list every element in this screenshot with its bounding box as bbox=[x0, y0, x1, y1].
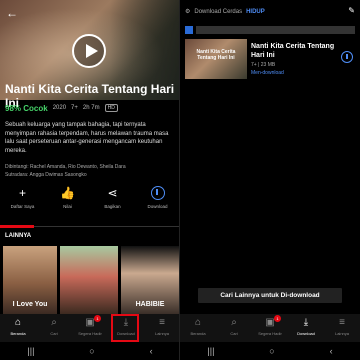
thumbnail-caption: Nanti Kita Cerita Tentang Hari Ini bbox=[196, 49, 236, 61]
age-rating: 7+ bbox=[71, 105, 78, 111]
back-arrow-icon[interactable]: ← bbox=[6, 6, 18, 20]
search-icon: ⌕ bbox=[231, 317, 237, 328]
bottom-nav: ⌂ Beranda ⌕ Cari ▣ 1 Segera Hadir ⤓ Down… bbox=[180, 314, 360, 342]
coming-soon-icon: ▣ bbox=[265, 317, 275, 328]
back-icon[interactable]: ‹ bbox=[150, 346, 153, 356]
action-row: + Daftar Saya 👍 Nilai ⋖ Bagikan Download bbox=[0, 185, 180, 215]
edit-icon[interactable]: ✎ bbox=[348, 6, 355, 15]
download-thumbnail: Nanti Kita Cerita Tentang Hari Ini bbox=[185, 39, 247, 79]
nav-coming-soon[interactable]: ▣ 1 Segera Hadir bbox=[72, 314, 108, 342]
share-icon: ⋖ bbox=[107, 186, 118, 200]
smart-download-toggle[interactable]: ⚙ Download Cerdas HIDUP bbox=[185, 8, 265, 16]
my-list-button[interactable]: + Daftar Saya bbox=[0, 185, 45, 215]
bottom-nav: ⌂ Beranda ⌕ Cari ▣ 1 Segera Hadir ⤓ Down… bbox=[0, 314, 180, 342]
nav-more[interactable]: ≡ Lainnya bbox=[144, 314, 180, 342]
nav-label: Lainnya bbox=[334, 331, 349, 336]
section-accent bbox=[0, 225, 34, 228]
download-icon bbox=[150, 186, 165, 200]
nav-label: Beranda bbox=[10, 331, 26, 336]
nav-more[interactable]: ≡ Lainnya bbox=[324, 314, 360, 342]
home-icon: ⌂ bbox=[14, 317, 22, 328]
download-button[interactable]: Download bbox=[135, 185, 180, 215]
nav-home[interactable]: ⌂ Beranda bbox=[180, 314, 216, 342]
nav-search[interactable]: ⌕ Cari bbox=[216, 314, 252, 342]
smart-download-state: HIDUP bbox=[246, 8, 265, 15]
nav-label: Cari bbox=[230, 331, 238, 336]
nav-home[interactable]: ⌂ Beranda bbox=[0, 314, 36, 342]
nav-coming-soon[interactable]: ▣ 1 Segera Hadir bbox=[252, 314, 288, 342]
storage-indicator bbox=[185, 26, 355, 34]
home-circle-icon[interactable]: ○ bbox=[89, 346, 94, 356]
download-progress-icon[interactable] bbox=[341, 51, 353, 63]
nav-label: Cari bbox=[50, 331, 58, 336]
thumbs-up-icon: 👍 bbox=[60, 186, 75, 200]
device-icon bbox=[185, 26, 193, 34]
downloads-screen: ⚙ Download Cerdas HIDUP ✎ Nanti Kita Cer… bbox=[180, 0, 360, 360]
action-label: Bagikan bbox=[104, 204, 121, 209]
menu-icon: ≡ bbox=[339, 317, 345, 328]
search-icon: ⌕ bbox=[51, 317, 57, 328]
synopsis: Sebuah keluarga yang tampak bahagia, tap… bbox=[5, 122, 169, 154]
nav-downloads[interactable]: ⤓ Download bbox=[288, 314, 324, 342]
tab-more-like-this[interactable]: LAINNYA bbox=[5, 233, 31, 239]
recents-icon[interactable]: ||| bbox=[27, 346, 34, 356]
action-label: Daftar Saya bbox=[10, 204, 35, 209]
download-status: Men-download bbox=[251, 70, 284, 76]
nav-label: Beranda bbox=[190, 331, 206, 336]
recents-icon[interactable]: ||| bbox=[207, 346, 214, 356]
release-year: 2020 bbox=[52, 105, 67, 111]
coming-soon-icon: ▣ bbox=[85, 317, 95, 328]
nav-label: Download bbox=[297, 331, 315, 336]
home-icon: ⌂ bbox=[194, 317, 202, 328]
movie-meta: 98% Cocok 2020 7+ 2h 7m HD bbox=[5, 103, 118, 113]
director-line: Sutradara: Angga Dwimas Sasongko bbox=[5, 172, 87, 178]
download-icon: ⤓ bbox=[303, 317, 309, 328]
notification-badge: 1 bbox=[94, 315, 101, 322]
similar-titles: I Love You HABIBIE bbox=[0, 246, 180, 314]
download-item[interactable]: Nanti Kita Cerita Tentang Hari Ini Nanti… bbox=[185, 39, 355, 83]
rate-button[interactable]: 👍 Nilai bbox=[45, 185, 90, 215]
play-icon[interactable] bbox=[72, 34, 106, 68]
back-icon[interactable]: ‹ bbox=[330, 346, 333, 356]
share-button[interactable]: ⋖ Bagikan bbox=[90, 185, 135, 215]
thumbnail-caption: HABIBIE bbox=[135, 301, 165, 308]
home-circle-icon[interactable]: ○ bbox=[269, 346, 274, 356]
menu-icon: ≡ bbox=[159, 317, 165, 328]
nav-label: Segera Hadir bbox=[258, 331, 282, 336]
download-tab-highlight bbox=[111, 314, 139, 342]
download-meta: 7+ | 23 MB bbox=[251, 62, 276, 68]
title-thumbnail[interactable] bbox=[60, 246, 118, 314]
title-thumbnail[interactable]: I Love You bbox=[3, 246, 57, 314]
storage-bar bbox=[196, 26, 355, 34]
system-nav: ||| ○ ‹ bbox=[0, 342, 180, 360]
hd-badge: HD bbox=[104, 104, 118, 112]
plus-icon: + bbox=[18, 186, 26, 200]
nav-search[interactable]: ⌕ Cari bbox=[36, 314, 72, 342]
nav-label: Segera Hadir bbox=[78, 331, 102, 336]
movie-detail-screen: ← Nanti Kita Cerita Tentang Hari Ini 98%… bbox=[0, 0, 180, 360]
nav-label: Lainnya bbox=[154, 331, 169, 336]
smart-download-label: Download Cerdas bbox=[194, 8, 243, 15]
download-title: Nanti Kita Cerita Tentang Hari Ini bbox=[251, 43, 335, 59]
system-nav: ||| ○ ‹ bbox=[180, 342, 360, 360]
action-label: Nilai bbox=[63, 204, 72, 209]
cast-line: Dibintangi: Rachel Amanda, Rio Dewanto, … bbox=[5, 164, 126, 170]
duration: 2h 7m bbox=[82, 105, 100, 111]
match-score: 98% Cocok bbox=[5, 103, 48, 113]
find-more-button[interactable]: Cari Lainnya untuk Di-download bbox=[198, 288, 342, 303]
action-label: Download bbox=[147, 204, 168, 209]
credits: Dibintangi: Rachel Amanda, Rio Dewanto, … bbox=[5, 163, 175, 179]
notification-badge: 1 bbox=[274, 315, 281, 322]
title-thumbnail[interactable]: HABIBIE bbox=[121, 246, 179, 314]
smart-download-icon: ⚙ bbox=[185, 9, 191, 15]
thumbnail-caption: I Love You bbox=[12, 301, 48, 308]
